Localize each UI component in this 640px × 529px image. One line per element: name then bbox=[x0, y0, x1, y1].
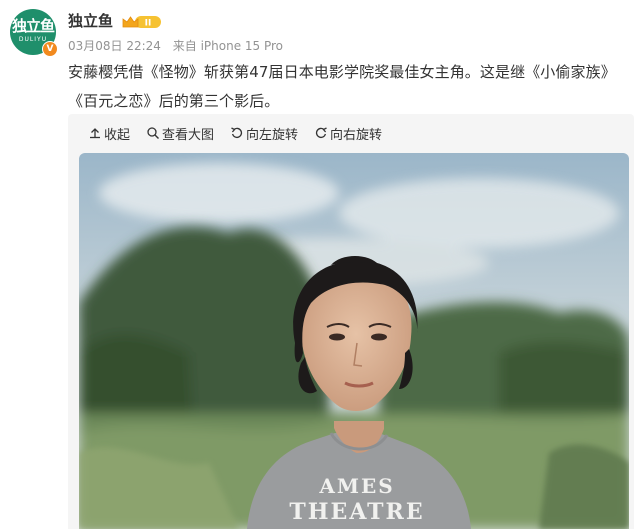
avatar[interactable]: 独立鱼 DULIYU V bbox=[10, 9, 58, 57]
collapse-label: 收起 bbox=[104, 127, 131, 143]
post-meta: 03月08日 22:24 来自 iPhone 15 Pro bbox=[68, 37, 291, 54]
shirt-text-line-2: THEATRE bbox=[289, 499, 424, 525]
author-name[interactable]: 独立鱼 bbox=[68, 10, 113, 31]
rotate-right-label: 向右旋转 bbox=[330, 127, 383, 143]
collapse-icon bbox=[90, 128, 100, 139]
post-date[interactable]: 03月08日 22:24 bbox=[68, 39, 161, 53]
view-large-label: 查看大图 bbox=[162, 127, 215, 143]
woman-portrait-image: AMES THEATRE bbox=[79, 153, 629, 529]
magnifier-icon bbox=[147, 127, 160, 139]
rotate-left-button[interactable]: 向左旋转 bbox=[230, 124, 298, 143]
post-source: 来自 iPhone 15 Pro bbox=[172, 39, 284, 53]
media-toolbar: 收起 查看大图 向左旋转 向右旋转 bbox=[88, 122, 398, 144]
collapse-button[interactable]: 收起 bbox=[88, 124, 130, 143]
vip-level: II bbox=[145, 19, 152, 29]
view-large-button[interactable]: 查看大图 bbox=[146, 124, 214, 143]
rotate-left-label: 向左旋转 bbox=[246, 127, 299, 143]
rotate-right-icon bbox=[315, 127, 327, 138]
post-photo[interactable]: AMES THEATRE bbox=[79, 153, 629, 529]
avatar-logo-text: 独立鱼 bbox=[11, 17, 55, 35]
rotate-right-button[interactable]: 向右旋转 bbox=[314, 124, 382, 143]
vip-crown-icon[interactable]: II bbox=[121, 14, 161, 30]
rotate-left-icon bbox=[231, 127, 243, 138]
media-viewer: 收起 查看大图 向左旋转 向右旋转 AMES THEATRE bbox=[68, 114, 634, 529]
post-text: 安藤樱凭借《怪物》斩获第47届日本电影学院奖最佳女主角。这是继《小偷家族》《百元… bbox=[68, 63, 616, 110]
verified-badge: V bbox=[42, 41, 58, 57]
shirt-text-line-1: AMES bbox=[318, 474, 394, 498]
